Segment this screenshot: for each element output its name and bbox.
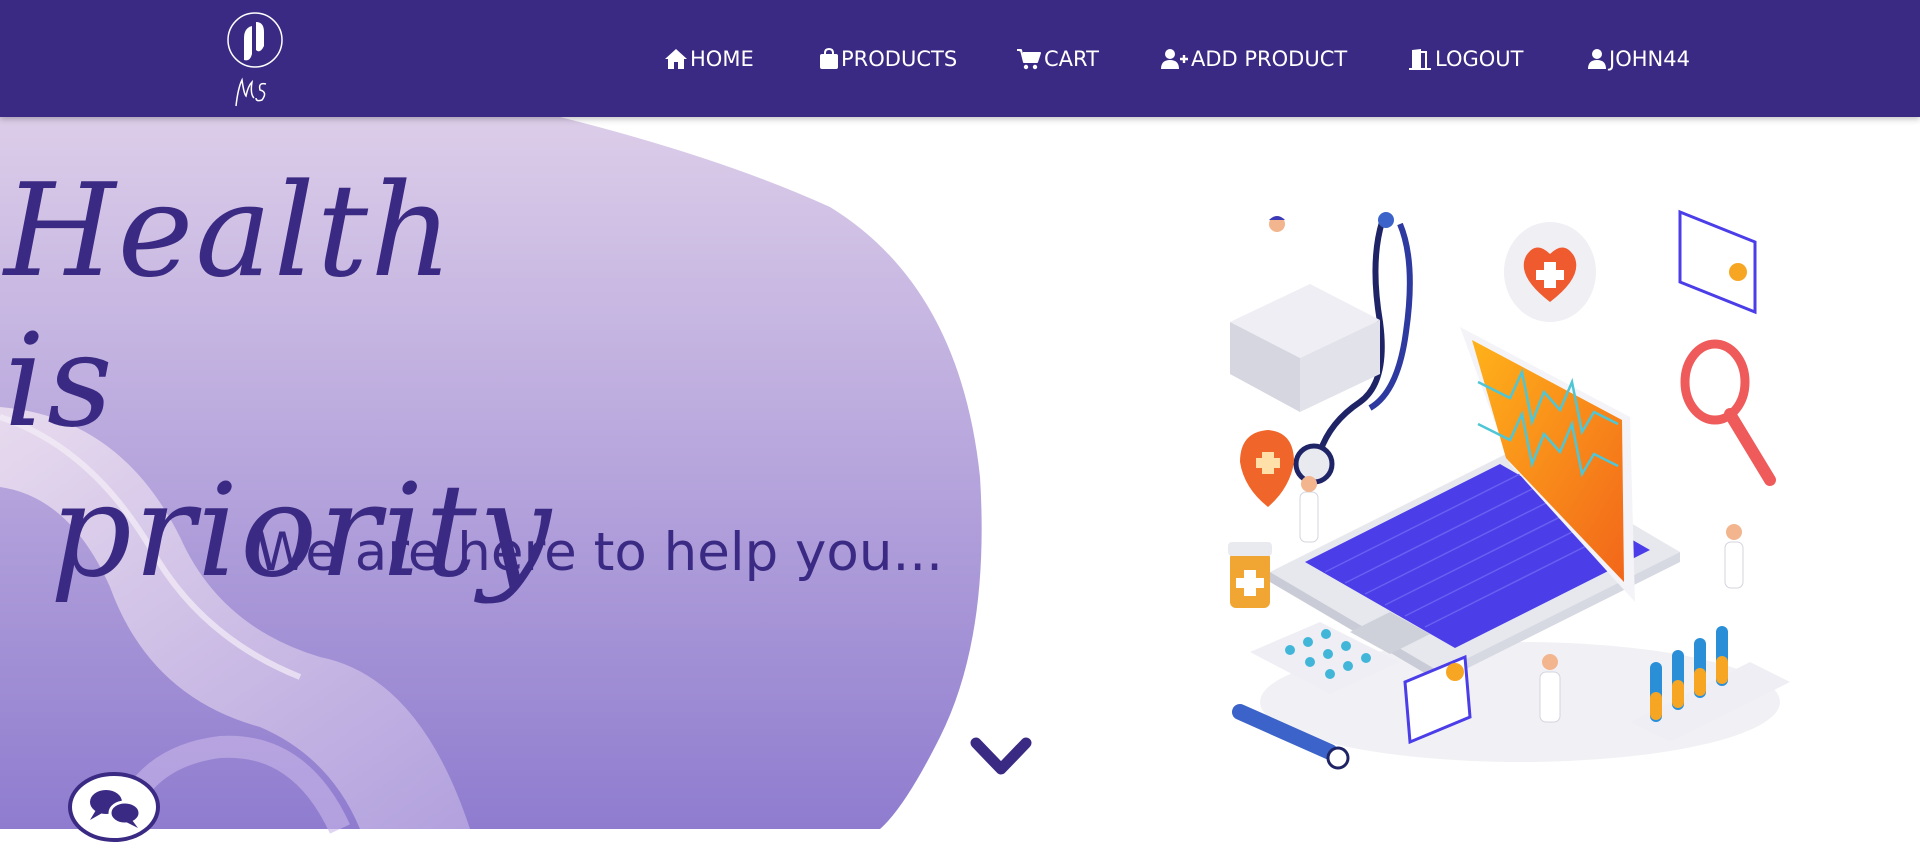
shopping-bag-icon	[820, 47, 838, 69]
nav-products-label: PRODUCTS	[841, 46, 958, 71]
nav-add-product-label: ADD PRODUCT	[1191, 46, 1348, 71]
ms-logo[interactable]	[222, 10, 288, 108]
top-navbar: HOME PRODUCTS CART ADD PRODUCT LOGOUT JO…	[0, 0, 1920, 117]
scroll-down-button[interactable]	[970, 735, 1032, 779]
nav-logout-label: LOGOUT	[1435, 46, 1524, 71]
user-plus-icon	[1161, 48, 1188, 69]
nav-products[interactable]: PRODUCTS	[819, 0, 957, 117]
chevron-down-icon	[970, 737, 1032, 775]
user-icon	[1588, 48, 1606, 69]
nav-home-label: HOME	[690, 46, 754, 71]
nav-home[interactable]: HOME	[664, 0, 754, 117]
headline-line-1: Health is	[4, 157, 455, 456]
nav-user-profile[interactable]: JOHN44	[1587, 0, 1690, 117]
nav-add-product[interactable]: ADD PRODUCT	[1161, 0, 1347, 117]
medical-laptop-illustration	[1228, 209, 1790, 770]
door-exit-icon	[1409, 48, 1431, 70]
home-icon	[665, 48, 687, 69]
nav-user-label: JOHN44	[1609, 46, 1690, 71]
nav-logout[interactable]: LOGOUT	[1407, 0, 1523, 117]
hero-section: Health is priority We are here to help y…	[0, 117, 1920, 849]
nav-cart[interactable]: CART	[1016, 0, 1099, 117]
nav-cart-label: CART	[1044, 46, 1099, 71]
chat-bubbles-icon	[68, 772, 160, 842]
hero-tagline: We are here to help you...	[256, 522, 943, 583]
chat-button[interactable]	[68, 772, 160, 842]
cart-icon	[1017, 48, 1041, 69]
